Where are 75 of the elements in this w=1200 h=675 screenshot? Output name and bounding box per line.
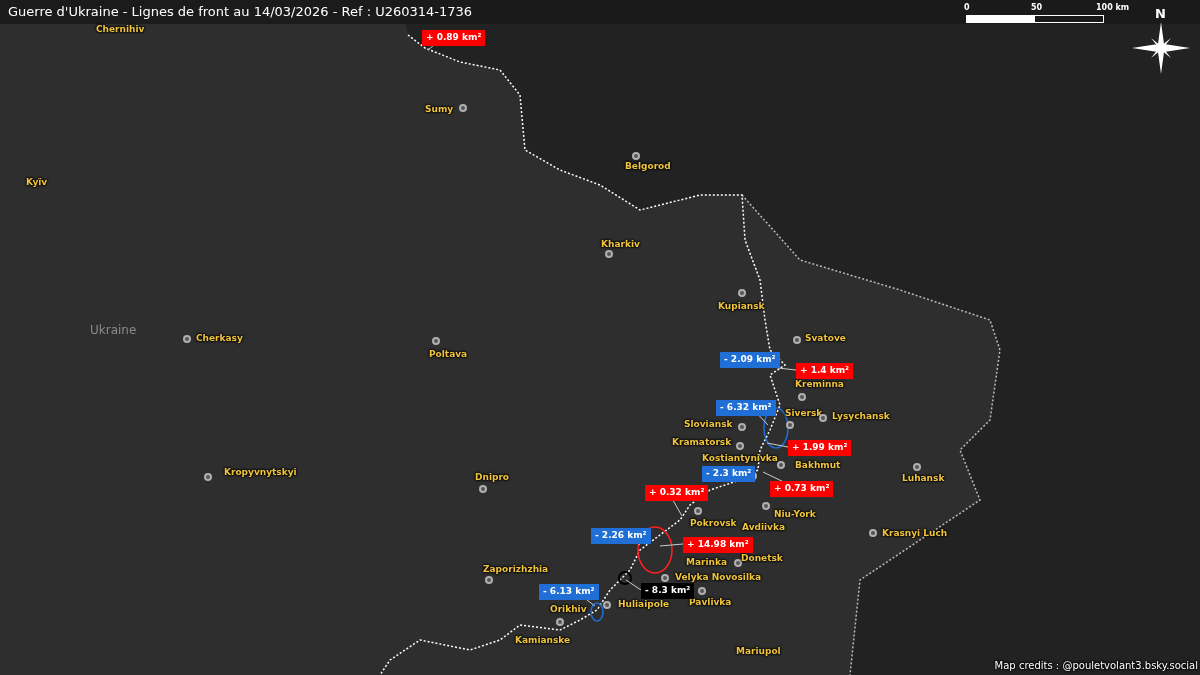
city-label: Kyїv [26, 178, 48, 187]
place-marker-icon [204, 473, 212, 481]
place-marker-icon [603, 601, 611, 609]
city-label: Pavlivka [689, 598, 732, 607]
city-label: Sumy [425, 105, 454, 114]
city-label: Poltava [429, 350, 468, 359]
city-label: Kropyvnytskyi [224, 468, 297, 477]
city-label: Mariupol [736, 647, 781, 656]
place-marker-icon [819, 414, 827, 422]
place-marker-icon [734, 559, 742, 567]
scale-label: 0 [964, 2, 970, 14]
city-label: Belgorod [625, 162, 671, 171]
area-change-badge: + 1.99 km² [788, 440, 852, 456]
city-label: Niu-York [774, 510, 816, 519]
city-label: Lysychansk [832, 412, 890, 421]
country-label: Ukraine [90, 322, 137, 339]
area-change-badge: - 6.13 km² [539, 584, 599, 600]
place-marker-icon [459, 104, 467, 112]
scale-label: 100 km [1096, 2, 1130, 14]
place-marker-icon [183, 335, 191, 343]
city-label: Kostiantynivka [702, 454, 778, 463]
city-label: Chernihiv [96, 25, 145, 34]
city-label: Marinka [686, 558, 728, 567]
place-marker-icon [736, 442, 744, 450]
map-credits: Map credits : @pouletvolant3.bsky.social [994, 659, 1198, 673]
place-marker-icon [762, 502, 770, 510]
map-title: Guerre d'Ukraine - Lignes de front au 14/03/2026 - Ref : U260314-1736 [8, 3, 473, 22]
city-label: Dnipro [475, 473, 510, 482]
city-label: Huliaipole [618, 600, 670, 609]
area-change-badge: + 0.73 km² [770, 481, 834, 497]
city-label: Orikhiv [550, 605, 587, 614]
place-marker-icon [793, 336, 801, 344]
city-label: Sloviansk [684, 420, 733, 429]
city-label: Kramatorsk [672, 438, 732, 447]
city-label: Krasnyi Luch [882, 529, 948, 538]
city-label: Luhansk [902, 474, 945, 483]
place-marker-icon [786, 421, 794, 429]
city-label: Donetsk [741, 554, 783, 563]
city-label: Svatove [805, 334, 846, 343]
place-marker-icon [738, 289, 746, 297]
area-change-badge: - 6.32 km² [716, 400, 776, 416]
place-marker-icon [777, 461, 785, 469]
place-marker-icon [869, 529, 877, 537]
place-marker-icon [694, 507, 702, 515]
place-marker-icon [798, 393, 806, 401]
scale-label: 50 [1031, 2, 1043, 14]
city-label: Zaporizhzhia [483, 565, 549, 574]
city-label: Siversk [785, 409, 823, 418]
city-label: Velyka Novosilka [675, 573, 762, 582]
area-change-badge: + 1.4 km² [796, 363, 854, 379]
area-change-badge: + 0.32 km² [645, 485, 709, 501]
city-label: Bakhmut [795, 461, 841, 470]
area-change-badge: + 14.98 km² [683, 537, 753, 553]
area-change-badge: - 2.09 km² [720, 352, 780, 368]
place-marker-icon [479, 485, 487, 493]
city-label: Avdiivka [742, 523, 786, 532]
place-marker-icon [632, 152, 640, 160]
place-marker-icon [738, 423, 746, 431]
place-marker-icon [485, 576, 493, 584]
compass-label: N [1155, 5, 1166, 23]
area-change-badge: + 0.89 km² [422, 30, 486, 46]
area-change-badge: - 2.3 km² [702, 466, 756, 482]
area-change-badge: - 2.26 km² [591, 528, 651, 544]
place-marker-icon [698, 587, 706, 595]
city-label: Kreminna [795, 380, 844, 389]
place-marker-icon [432, 337, 440, 345]
place-marker-icon [605, 250, 613, 258]
city-label: Cherkasy [196, 334, 243, 343]
area-change-badge: - 8.3 km² [641, 583, 695, 599]
place-marker-icon [556, 618, 564, 626]
city-label: Kupiansk [718, 302, 765, 311]
city-label: Kharkiv [601, 240, 640, 249]
city-label: Pokrovsk [690, 519, 737, 528]
city-label: Kamianske [515, 636, 571, 645]
place-marker-icon [913, 463, 921, 471]
